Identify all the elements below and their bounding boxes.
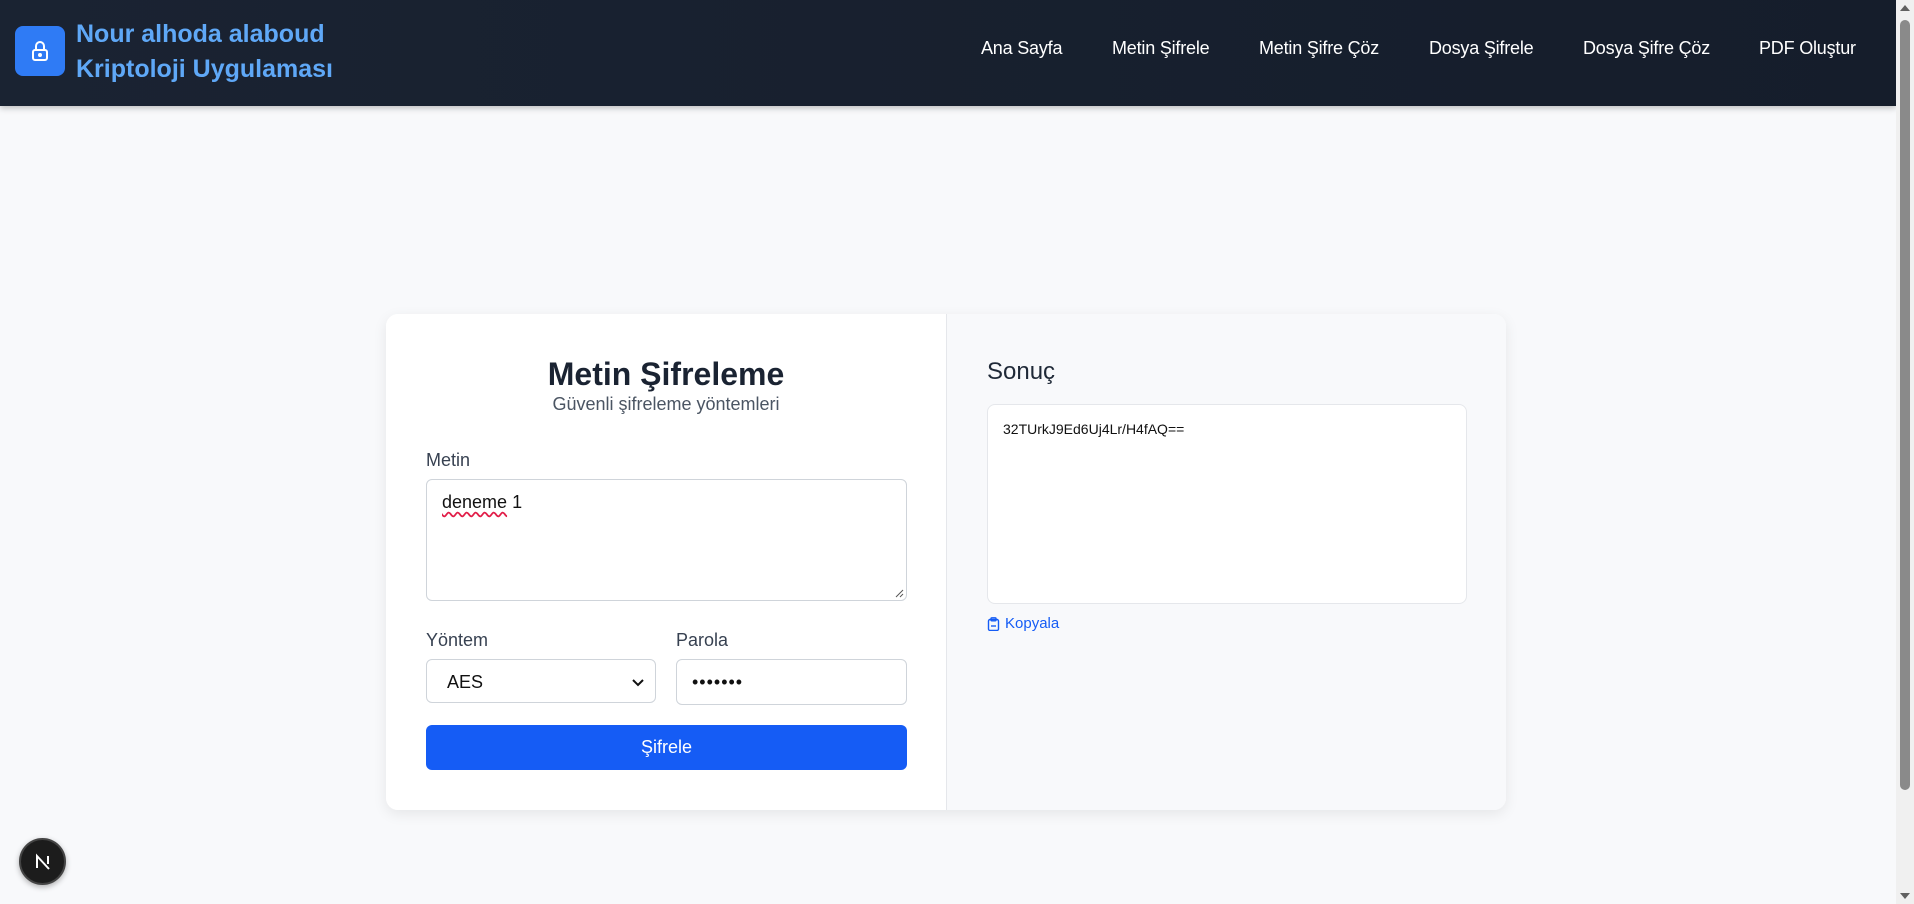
nextjs-icon (35, 852, 50, 870)
result-output[interactable]: 32TUrkJ9Ed6Uj4Lr/H4fAQ== (987, 404, 1467, 604)
method-select[interactable]: AES (426, 659, 656, 703)
scroll-down-arrow-icon[interactable] (1900, 893, 1910, 899)
encrypt-button[interactable]: Şifrele (426, 725, 907, 770)
result-output-text: 32TUrkJ9Ed6Uj4Lr/H4fAQ== (1003, 421, 1185, 437)
text-label: Metin (426, 450, 471, 470)
form-panel: Metin Şifreleme Güvenli şifreleme yöntem… (386, 314, 946, 810)
nav-file-encrypt[interactable]: Dosya Şifrele (1429, 38, 1534, 59)
nav-file-decrypt[interactable]: Dosya Şifre Çöz (1583, 38, 1710, 59)
password-input-value: ••••••• (692, 672, 744, 692)
nav-text-decrypt[interactable]: Metin Şifre Çöz (1259, 38, 1379, 59)
text-input-misspelled-word: deneme (442, 492, 508, 512)
page-title: Metin Şifreleme (547, 356, 785, 392)
method-label: Yöntem (426, 630, 489, 650)
password-label: Parola (676, 630, 729, 650)
scrollbar-thumb[interactable] (1900, 20, 1910, 790)
nav-home[interactable]: Ana Sayfa (981, 38, 1062, 59)
password-input[interactable]: ••••••• (676, 659, 907, 705)
nav-pdf-create[interactable]: PDF Oluştur (1759, 38, 1856, 59)
page-subtitle: Güvenli şifreleme yöntemleri (552, 394, 780, 414)
nextjs-dev-badge[interactable] (19, 838, 66, 885)
scroll-up-arrow-icon[interactable] (1900, 5, 1910, 11)
copy-button-label: Kopyala (1005, 615, 1060, 632)
text-input[interactable]: deneme 1 (426, 479, 907, 601)
result-panel: Sonuç 32TUrkJ9Ed6Uj4Lr/H4fAQ== Kopyala (946, 314, 1506, 810)
method-select-value: AES (447, 672, 484, 692)
text-input-rest: 1 (507, 492, 523, 512)
clipboard-icon (987, 616, 1000, 631)
nav-links: Ana Sayfa Metin Şifrele Metin Şifre Çöz … (0, 0, 1896, 106)
chevron-down-icon (632, 679, 644, 687)
result-title: Sonuç (987, 358, 1056, 385)
top-navbar: Nour alhoda alaboud Kriptoloji Uygulamas… (0, 0, 1896, 106)
nav-text-encrypt[interactable]: Metin Şifrele (1112, 38, 1210, 59)
resize-grip-icon[interactable] (894, 588, 904, 598)
page-scrollbar[interactable] (1896, 0, 1914, 904)
copy-button[interactable]: Kopyala (987, 615, 1059, 632)
encryption-card: Metin Şifreleme Güvenli şifreleme yöntem… (386, 314, 1506, 810)
